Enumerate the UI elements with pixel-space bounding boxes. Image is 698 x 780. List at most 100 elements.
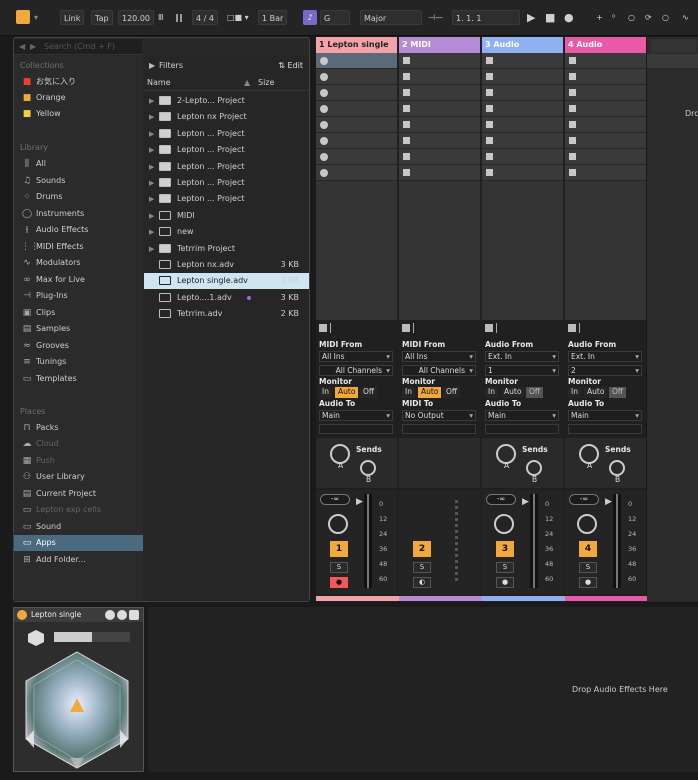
monitor-auto-button[interactable]: Auto xyxy=(335,387,359,398)
scale-dropdown[interactable]: Major xyxy=(360,10,422,25)
clip-slot[interactable] xyxy=(316,53,397,69)
monitor-in-button[interactable]: In xyxy=(568,387,581,398)
library-max-for-live[interactable]: ∞ Max for Live xyxy=(14,272,143,288)
forward-icon[interactable]: ▶ xyxy=(30,42,36,51)
file-row[interactable]: ▶ MIDI xyxy=(144,208,309,224)
fader-arrow-icon[interactable]: ▶ xyxy=(605,497,612,507)
clip-slot[interactable] xyxy=(482,133,563,149)
clip-slot[interactable] xyxy=(316,149,397,165)
expand-arrow-icon[interactable]: ▶ xyxy=(149,93,154,109)
clip-slot[interactable] xyxy=(565,53,646,69)
collection-orange[interactable]: ■ Orange xyxy=(14,90,143,106)
place-cloud[interactable]: ☁ Cloud xyxy=(14,436,143,452)
pan-knob[interactable] xyxy=(577,514,597,534)
library-plug-ins[interactable]: ⊣ Plug-Ins xyxy=(14,288,143,304)
add-icon[interactable]: + xyxy=(596,10,603,25)
metronome-icon[interactable]: Ⅲ xyxy=(158,10,164,25)
output-channel-field[interactable] xyxy=(402,424,476,434)
browser-search[interactable]: ◀ ▶ Search (Cmd + F) xyxy=(14,39,142,55)
expand-arrow-icon[interactable]: ▶ xyxy=(149,175,154,191)
dropdown-arrow-icon[interactable]: ▾ xyxy=(34,10,38,25)
input-channel-dropdown[interactable]: All Channels xyxy=(402,365,476,376)
time-signature-field[interactable]: 4 / 4 xyxy=(192,10,218,25)
file-row[interactable]: ▶ Lepton ... Project xyxy=(144,159,309,175)
collection-favorites[interactable]: ■ お気に入り xyxy=(14,74,143,90)
library-templates[interactable]: ▭ Templates xyxy=(14,371,143,387)
clip-slot[interactable] xyxy=(482,165,563,181)
clip-slot[interactable] xyxy=(482,149,563,165)
clip-slot[interactable] xyxy=(565,165,646,181)
library-drums[interactable]: ⁘ Drums xyxy=(14,189,143,205)
clip-slot[interactable] xyxy=(316,85,397,101)
arm-button[interactable]: ● xyxy=(330,577,348,588)
monitor-in-button[interactable]: In xyxy=(319,387,332,398)
library-midi-effects[interactable]: ⋮⋮ MIDI Effects xyxy=(14,239,143,255)
output-channel-field[interactable] xyxy=(568,424,642,434)
clip-slot[interactable] xyxy=(399,53,480,69)
monitor-off-button[interactable]: Off xyxy=(526,387,544,398)
stop-clips-icon[interactable] xyxy=(402,324,410,332)
input-type-dropdown[interactable]: Ext. In xyxy=(485,351,559,362)
filters-button[interactable]: Filters xyxy=(159,58,183,74)
tempo-field[interactable]: 120.00 xyxy=(118,10,154,25)
library-instruments[interactable]: ◯ Instruments xyxy=(14,206,143,222)
place-sound[interactable]: ▭ Sound xyxy=(14,519,143,535)
name-column-header[interactable]: Name xyxy=(147,75,171,91)
back-icon[interactable]: ◀ xyxy=(19,42,25,51)
collection-yellow[interactable]: ■ Yellow xyxy=(14,106,143,122)
place-apps[interactable]: ▭ Apps xyxy=(14,535,143,551)
library-samples[interactable]: ▤ Samples xyxy=(14,321,143,337)
stop-clips-icon[interactable] xyxy=(485,324,493,332)
file-row[interactable]: ▶ new xyxy=(144,224,309,240)
effects-drop-zone[interactable]: Drop Audio Effects Here xyxy=(148,607,698,772)
clip-slot[interactable] xyxy=(316,101,397,117)
library-modulators[interactable]: ∿ Modulators xyxy=(14,255,143,271)
clip-slot[interactable] xyxy=(316,133,397,149)
clip-slot[interactable] xyxy=(482,101,563,117)
track-activator-button[interactable]: 1 xyxy=(330,541,348,557)
place-user-library[interactable]: ⚇ User Library xyxy=(14,469,143,485)
track-activator-button[interactable]: 4 xyxy=(579,541,597,557)
search-input[interactable]: Search (Cmd + F) xyxy=(44,42,115,51)
song-position-field[interactable]: 1. 1. 1 xyxy=(452,10,520,25)
pan-knob[interactable] xyxy=(328,514,348,534)
follow-icon[interactable]: ⊣— xyxy=(428,10,443,25)
expand-arrow-icon[interactable]: ▶ xyxy=(149,142,154,158)
clip-slot[interactable] xyxy=(399,133,480,149)
library-clips[interactable]: ▣ Clips xyxy=(14,305,143,321)
expand-arrow-icon[interactable]: ▶ xyxy=(149,241,154,257)
nudge-icon[interactable]: ‖‖ xyxy=(175,10,183,25)
output-dropdown[interactable]: Main xyxy=(485,410,559,421)
send-b-knob[interactable] xyxy=(360,460,376,476)
clip-slot[interactable] xyxy=(565,69,646,85)
clip-slot[interactable] xyxy=(399,69,480,85)
library-audio-effects[interactable]: ⫲ Audio Effects xyxy=(14,222,143,238)
file-row[interactable]: ▶ Lepton ... Project xyxy=(144,191,309,207)
track-header[interactable]: 2 MIDI xyxy=(399,37,480,53)
stop-clips-icon[interactable] xyxy=(319,324,327,332)
session-record-icon[interactable]: ○ xyxy=(628,10,635,25)
output-dropdown[interactable]: No Output xyxy=(402,410,476,421)
monitor-in-button[interactable]: In xyxy=(485,387,498,398)
clip-slot[interactable] xyxy=(482,117,563,133)
file-row[interactable]: Lepto....1.adv 3 KB xyxy=(144,290,309,306)
monitor-in-button[interactable]: In xyxy=(402,387,415,398)
arm-button[interactable]: ◐ xyxy=(413,577,431,588)
file-row[interactable]: Lepton single.adv 3 KB xyxy=(144,273,309,290)
clip-slot[interactable] xyxy=(565,149,646,165)
solo-button[interactable]: S xyxy=(496,562,514,573)
send-b-knob[interactable] xyxy=(609,460,625,476)
place-push[interactable]: ▦ Push xyxy=(14,453,143,469)
clip-slot[interactable] xyxy=(316,117,397,133)
solo-button[interactable]: S xyxy=(413,562,431,573)
track-activator-button[interactable]: 3 xyxy=(496,541,514,557)
track-header[interactable]: 4 Audio xyxy=(565,37,646,53)
output-channel-field[interactable] xyxy=(485,424,559,434)
monitor-auto-button[interactable]: Auto xyxy=(584,387,608,398)
clip-slot[interactable] xyxy=(399,117,480,133)
device-settings-icon[interactable] xyxy=(117,610,127,620)
clip-slot[interactable] xyxy=(482,85,563,101)
library-tunings[interactable]: ≡ Tunings xyxy=(14,354,143,370)
arm-button[interactable]: ● xyxy=(496,577,514,588)
place-packs[interactable]: ⊓ Packs xyxy=(14,420,143,436)
